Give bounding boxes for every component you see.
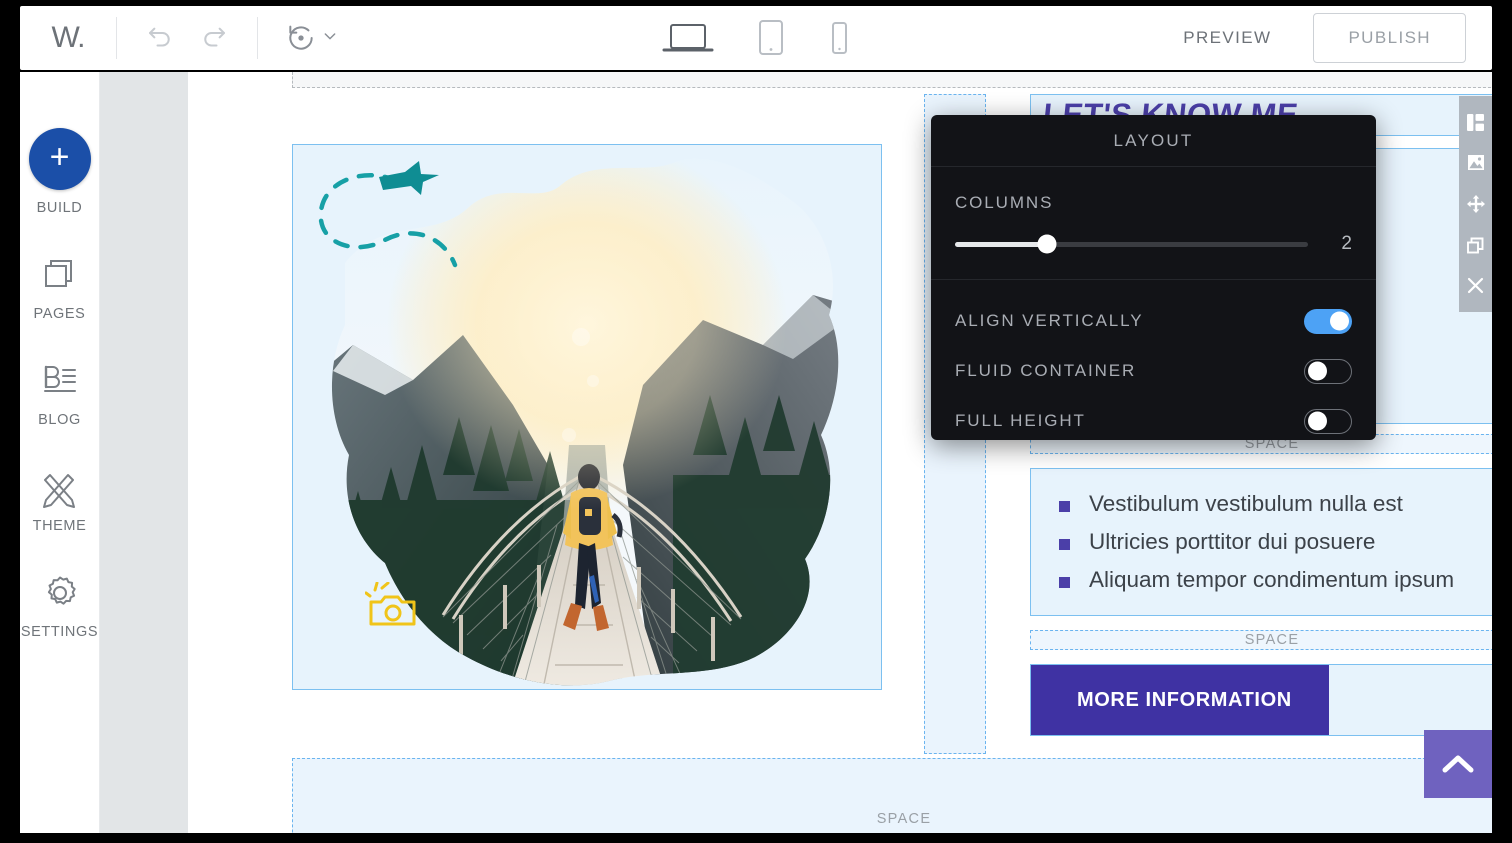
space-block-bottom[interactable]: SPACE (292, 758, 1492, 833)
topbar-actions: PREVIEW PUBLISH (1165, 13, 1492, 63)
sidebar-item-label: BUILD (36, 200, 83, 216)
columns-label: COLUMNS (955, 193, 1054, 212)
undo-icon[interactable] (143, 21, 177, 55)
close-icon[interactable] (1467, 277, 1484, 294)
history-dropdown[interactable] (258, 21, 364, 55)
cta-block[interactable]: MORE INFORMATION (1030, 664, 1492, 736)
sidebar-item-label: BLOG (38, 412, 81, 428)
list-item-label: Vestibulum vestibulum nulla est (1089, 491, 1403, 516)
chevron-up-icon (1442, 755, 1474, 773)
bullet-list: Vestibulum vestibulum nulla est Ultricie… (1031, 469, 1492, 599)
columns-slider-row: 2 (955, 233, 1352, 255)
full-height-label: FULL HEIGHT (955, 411, 1086, 430)
left-sidebar: + BUILD PAGES BLOG THEME SETTINGS (20, 72, 100, 833)
align-vertically-toggle[interactable] (1304, 308, 1352, 334)
slider-thumb[interactable] (1037, 234, 1057, 254)
sidebar-item-theme[interactable]: THEME (20, 464, 100, 534)
fluid-container-toggle[interactable] (1304, 358, 1352, 384)
image-icon[interactable] (1467, 154, 1485, 171)
layout-settings-panel: LAYOUT COLUMNS 2 ALIGN VERTICALLY FLUID … (931, 115, 1376, 440)
more-information-button[interactable]: MORE INFORMATION (1031, 665, 1329, 735)
columns-slider[interactable] (955, 234, 1308, 254)
list-item[interactable]: Aliquam tempor condimentum ipsum (1059, 561, 1492, 599)
top-toolbar: W. PREVIEW PUBLISH (20, 6, 1492, 70)
fluid-container-row: FLUID CONTAINER (955, 346, 1352, 396)
toggle-knob (1308, 361, 1327, 381)
pages-icon (40, 252, 80, 298)
laptop-icon[interactable] (662, 19, 714, 57)
airplane-dashed-path-doodle (305, 159, 465, 284)
full-height-row: FULL HEIGHT (955, 396, 1352, 446)
sidebar-item-label: PAGES (33, 306, 86, 322)
camera-doodle (364, 581, 423, 639)
space-block-2[interactable]: SPACE (1030, 630, 1492, 650)
move-arrows-icon[interactable] (1466, 194, 1485, 213)
sidebar-item-label: SETTINGS (20, 624, 99, 640)
app-logo[interactable]: W. (20, 21, 116, 55)
undo-redo-group (117, 21, 257, 55)
tablet-icon[interactable] (756, 18, 786, 58)
bullet-list-block[interactable]: Vestibulum vestibulum nulla est Ultricie… (1030, 468, 1492, 616)
fluid-container-label: FLUID CONTAINER (955, 361, 1137, 380)
list-item[interactable]: Ultricies porttitor dui posuere (1059, 523, 1492, 561)
plus-icon[interactable]: + (28, 128, 91, 190)
theme-pencil-ruler-icon (38, 464, 82, 510)
chevron-down-icon[interactable] (322, 28, 338, 49)
toggle-knob (1330, 311, 1349, 331)
image-block[interactable] (292, 144, 882, 690)
layout-toggles-section: ALIGN VERTICALLY FLUID CONTAINER FULL HE… (931, 280, 1376, 456)
sidebar-item-blog[interactable]: BLOG (20, 358, 100, 428)
app-root: W. PREVIEW PUBLISH + BUILD PAGES BLOG TH… (0, 0, 1512, 843)
sidebar-item-pages[interactable]: PAGES (20, 252, 100, 322)
duplicate-icon[interactable] (1467, 237, 1484, 254)
sidebar-item-label: THEME (32, 518, 87, 534)
list-item-label: Aliquam tempor condimentum ipsum (1089, 567, 1455, 592)
align-vertically-row: ALIGN VERTICALLY (955, 296, 1352, 346)
list-item[interactable]: Vestibulum vestibulum nulla est (1059, 485, 1492, 523)
preview-button[interactable]: PREVIEW (1165, 18, 1289, 58)
slider-fill (955, 241, 1047, 247)
phone-icon[interactable] (828, 19, 850, 57)
sidebar-item-build[interactable]: + BUILD (20, 128, 100, 216)
columns-value: 2 (1341, 233, 1352, 254)
history-revert-icon[interactable] (284, 21, 318, 55)
layout-panel-title: LAYOUT (931, 115, 1376, 167)
blog-icon (39, 358, 81, 404)
space-label: SPACE (1244, 632, 1300, 648)
align-vertically-label: ALIGN VERTICALLY (955, 311, 1144, 330)
layout-grid-icon[interactable] (1467, 113, 1484, 131)
gear-icon (39, 570, 81, 616)
columns-section: COLUMNS 2 (931, 167, 1376, 280)
space-label: SPACE (876, 811, 932, 827)
redo-icon[interactable] (197, 21, 231, 55)
section-toolbar (1459, 96, 1492, 312)
sidebar-item-settings[interactable]: SETTINGS (20, 570, 100, 640)
full-height-toggle[interactable] (1304, 408, 1352, 434)
list-item-label: Ultricies porttitor dui posuere (1089, 529, 1376, 554)
section-outline-top[interactable] (292, 72, 1492, 88)
scroll-to-top-button[interactable] (1424, 730, 1492, 798)
build-button[interactable]: + (28, 128, 91, 190)
publish-button[interactable]: PUBLISH (1313, 13, 1466, 63)
toggle-knob (1308, 411, 1327, 431)
